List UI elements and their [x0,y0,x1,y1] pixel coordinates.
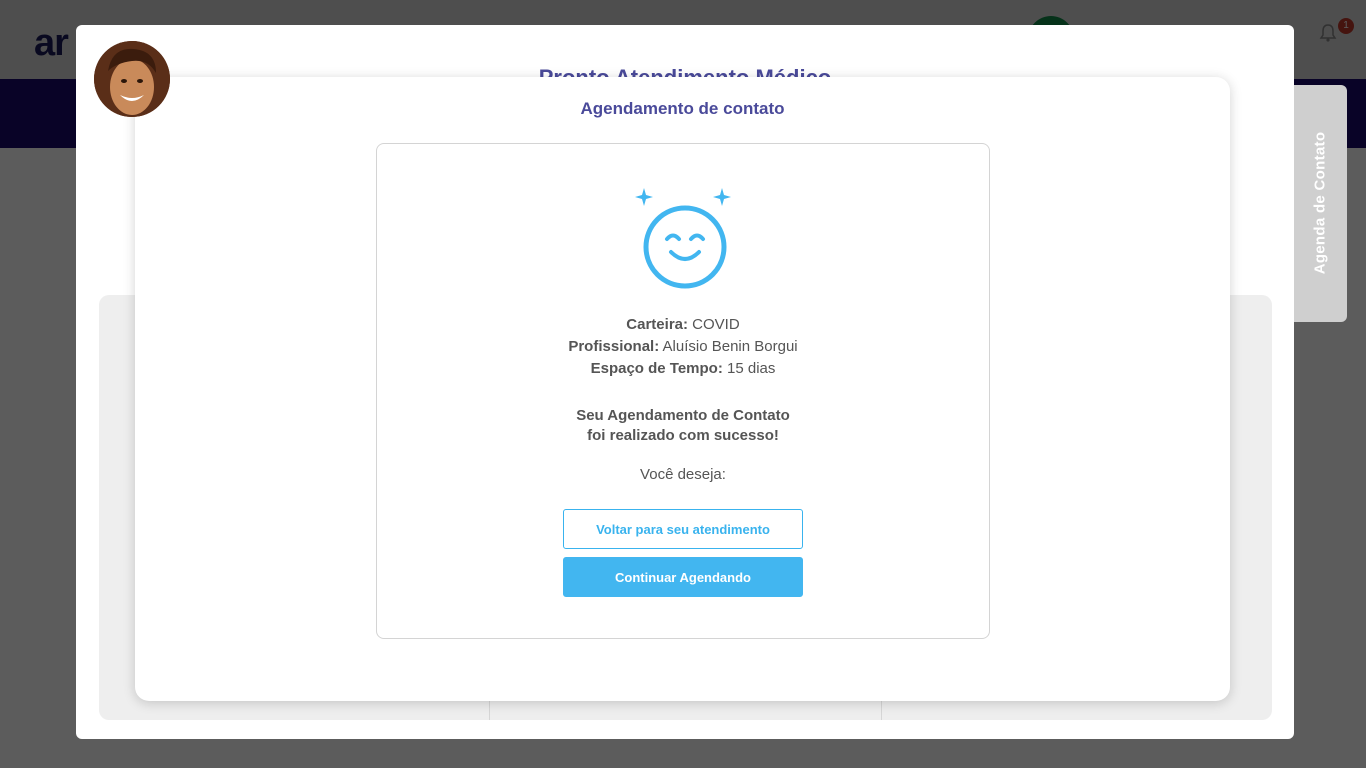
detail-row-profissional: Profissional: Aluísio Benin Borgui [377,336,989,358]
appointment-details: Carteira: COVID Profissional: Aluísio Be… [377,314,989,380]
detail-label: Espaço de Tempo: [590,360,723,377]
prompt-text: Você deseja: [640,466,726,483]
detail-row-espaco-de-tempo: Espaço de Tempo: 15 dias [377,358,989,380]
success-card: Carteira: COVID Profissional: Aluísio Be… [376,143,990,639]
detail-label: Carteira: [626,316,688,333]
continue-scheduling-button[interactable]: Continuar Agendando [563,557,803,597]
detail-value: 15 dias [727,360,776,377]
detail-value: Aluísio Benin Borgui [662,338,798,355]
success-message: Seu Agendamento de Contato foi realizado… [377,406,989,446]
panel-divider [881,700,882,720]
doctor-avatar [94,41,170,117]
scheduling-dialog: Agendamento de contato Carteira: COVID P… [135,77,1230,701]
detail-row-carteira: Carteira: COVID [377,314,989,336]
sparkle-icon [635,188,731,206]
happy-face-icon [635,188,731,289]
panel-divider [489,700,490,720]
side-tab-label: Agenda de Contato [1311,131,1329,275]
success-message-line: Seu Agendamento de Contato [576,407,790,424]
tab-agenda-de-contato[interactable]: Agenda de Contato [1294,85,1347,322]
detail-label: Profissional: [568,338,660,355]
detail-value: COVID [692,316,740,333]
back-to-attendance-button[interactable]: Voltar para seu atendimento [563,509,803,549]
success-message-line: foi realizado com sucesso! [587,427,779,444]
dialog-title: Agendamento de contato [580,99,785,118]
